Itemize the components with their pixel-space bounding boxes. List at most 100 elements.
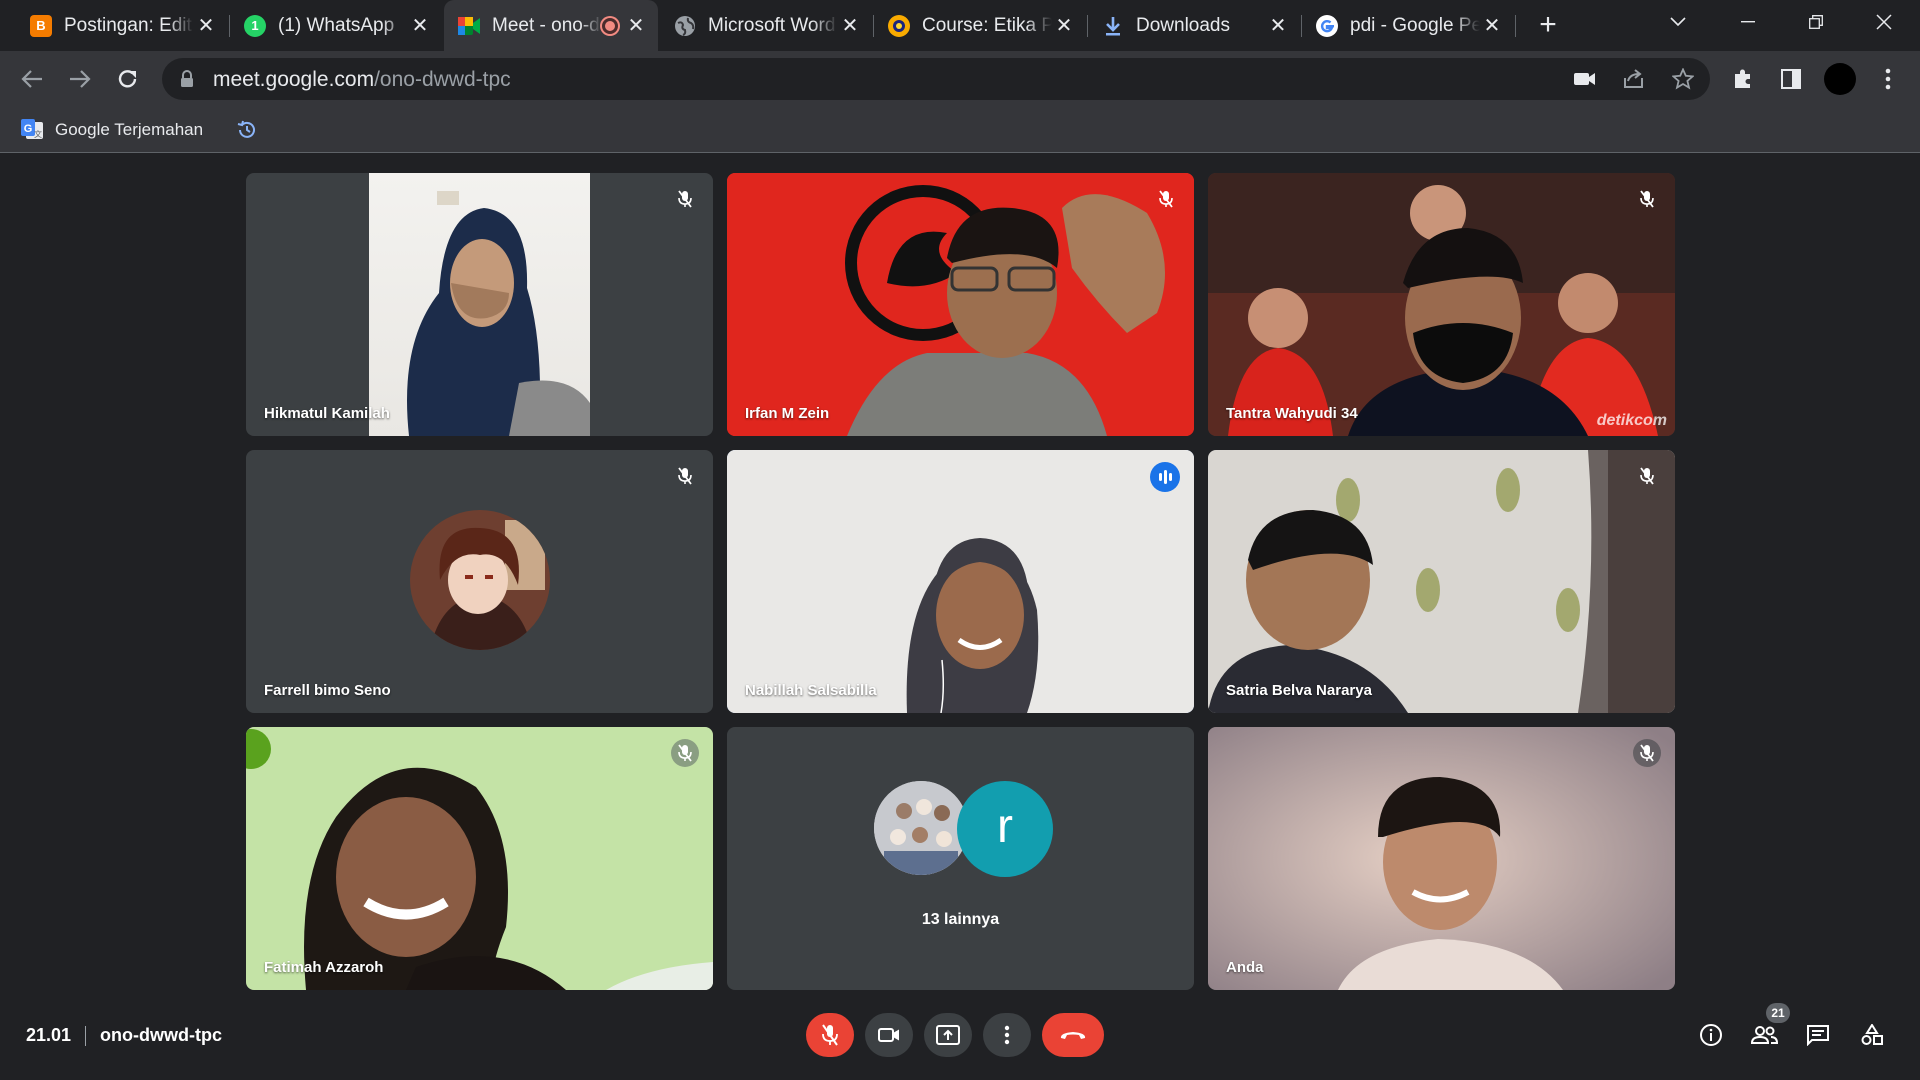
participant-video bbox=[369, 173, 590, 436]
restore-icon bbox=[1809, 15, 1823, 29]
others-avatar-group: r bbox=[727, 781, 1194, 877]
mic-off-icon bbox=[671, 185, 699, 213]
mic-off-icon bbox=[671, 462, 699, 490]
reload-button[interactable] bbox=[110, 61, 146, 97]
share-icon[interactable] bbox=[1621, 66, 1647, 92]
participant-tile[interactable]: Satria Belva Nararya bbox=[1208, 450, 1675, 713]
close-window-button[interactable] bbox=[1856, 0, 1912, 44]
mic-off-icon bbox=[1633, 462, 1661, 490]
tab-downloads[interactable]: Downloads ✕ bbox=[1088, 0, 1300, 51]
watermark-text: detikcom bbox=[1596, 412, 1667, 429]
more-vert-icon bbox=[1004, 1025, 1010, 1045]
self-video bbox=[1208, 727, 1675, 990]
info-icon bbox=[1700, 1024, 1722, 1046]
group-photo-avatar bbox=[874, 781, 968, 875]
meeting-details-button[interactable] bbox=[1694, 1018, 1728, 1052]
show-everyone-button[interactable] bbox=[1747, 1018, 1781, 1052]
minimize-button[interactable] bbox=[1720, 0, 1776, 44]
download-icon bbox=[1102, 15, 1124, 37]
activities-button[interactable] bbox=[1855, 1018, 1889, 1052]
profile-avatar[interactable] bbox=[1824, 63, 1856, 95]
bookmark-star-icon[interactable] bbox=[1670, 66, 1696, 92]
self-tile[interactable]: Anda bbox=[1208, 727, 1675, 990]
tab-google-search[interactable]: pdi - Google Pe ✕ bbox=[1302, 0, 1514, 51]
participant-tile[interactable]: Hikmatul Kamilah bbox=[246, 173, 713, 436]
participant-tile[interactable]: Fatimah Azzaroh bbox=[246, 727, 713, 990]
activities-icon bbox=[1861, 1024, 1883, 1045]
extensions-button[interactable] bbox=[1728, 64, 1758, 94]
others-tile[interactable]: r 13 lainnya bbox=[727, 727, 1194, 990]
tab-search-button[interactable] bbox=[1650, 0, 1706, 44]
forward-button[interactable] bbox=[62, 61, 98, 97]
new-tab-button[interactable]: + bbox=[1532, 10, 1564, 40]
chat-button[interactable] bbox=[1801, 1018, 1835, 1052]
browser-toolbar: meet.google.com/ono-dwwd-tpc bbox=[0, 51, 1920, 107]
bookmark-google-translate[interactable]: G文 Google Terjemahan bbox=[20, 115, 203, 145]
tab-strip: B Postingan: Edit ✕ 1 (1) WhatsApp ✕ Mee… bbox=[0, 0, 1920, 51]
tab-whatsapp[interactable]: 1 (1) WhatsApp ✕ bbox=[230, 0, 442, 51]
blogger-icon: B bbox=[30, 14, 52, 37]
toggle-mic-button[interactable] bbox=[806, 1013, 854, 1057]
lock-icon[interactable] bbox=[180, 70, 194, 93]
present-screen-button[interactable] bbox=[924, 1013, 972, 1057]
google-icon bbox=[1316, 14, 1338, 37]
toggle-camera-button[interactable] bbox=[865, 1013, 913, 1057]
bookmarks-bar: G文 Google Terjemahan bbox=[0, 107, 1920, 153]
clock-time: 21.01 bbox=[26, 1025, 72, 1045]
mic-off-icon bbox=[1633, 185, 1661, 213]
url-text: meet.google.com/ono-dwwd-tpc bbox=[213, 68, 511, 91]
leave-call-button[interactable] bbox=[1042, 1013, 1104, 1057]
others-letter-avatar: r bbox=[957, 781, 1053, 877]
close-tab-icon[interactable]: ✕ bbox=[408, 14, 432, 38]
arrow-right-icon bbox=[70, 70, 91, 88]
more-options-button[interactable] bbox=[983, 1013, 1031, 1057]
camera-in-use-icon[interactable] bbox=[1572, 66, 1598, 92]
present-to-all-icon bbox=[936, 1025, 960, 1045]
chrome-menu-button[interactable] bbox=[1873, 64, 1903, 94]
participant-video bbox=[1208, 450, 1675, 713]
participant-video-frame bbox=[407, 191, 590, 436]
close-tab-icon[interactable]: ✕ bbox=[194, 14, 218, 38]
more-vert-icon bbox=[1885, 68, 1891, 90]
close-tab-icon[interactable]: ✕ bbox=[1266, 14, 1290, 38]
reload-icon bbox=[118, 70, 137, 88]
close-tab-icon[interactable]: ✕ bbox=[624, 14, 648, 38]
tab-course[interactable]: Course: Etika Pe ✕ bbox=[874, 0, 1086, 51]
close-tab-icon[interactable]: ✕ bbox=[1480, 14, 1504, 38]
side-panel-button[interactable] bbox=[1776, 64, 1806, 94]
tab-blogger[interactable]: B Postingan: Edit ✕ bbox=[16, 0, 228, 51]
history-bookmark[interactable] bbox=[236, 115, 258, 145]
meeting-details: 21.01 ono-dwwd-tpc bbox=[26, 1025, 222, 1046]
globe-icon bbox=[674, 15, 696, 37]
arrow-left-icon bbox=[21, 70, 42, 88]
participant-video bbox=[1208, 173, 1675, 436]
participant-tile[interactable]: Farrell bimo Seno bbox=[246, 450, 713, 713]
participant-tile[interactable]: detikcom Tantra Wahyudi 34 bbox=[1208, 173, 1675, 436]
close-tab-icon[interactable]: ✕ bbox=[838, 14, 862, 38]
mic-off-icon bbox=[822, 1024, 838, 1046]
svg-text:G: G bbox=[24, 123, 33, 135]
tab-meet[interactable]: Meet - ono-dwwd-tpc ✕ bbox=[444, 0, 658, 51]
mic-off-icon bbox=[1152, 185, 1180, 213]
close-tab-icon[interactable]: ✕ bbox=[1052, 14, 1076, 38]
chevron-down-icon bbox=[1670, 17, 1686, 27]
participant-video bbox=[727, 173, 1194, 436]
participant-video bbox=[727, 450, 1194, 713]
participant-tile-speaking[interactable]: Nabillah Salsabilla bbox=[727, 450, 1194, 713]
university-logo-icon bbox=[888, 14, 910, 37]
side-panel-icon bbox=[1781, 69, 1801, 89]
participant-count-badge: 21 bbox=[1766, 1003, 1790, 1023]
tab-microsoft-word[interactable]: Microsoft Word ✕ bbox=[660, 0, 872, 51]
speaking-indicator-icon bbox=[1150, 462, 1180, 492]
restore-button[interactable] bbox=[1788, 0, 1844, 44]
recording-indicator-icon bbox=[602, 17, 618, 34]
history-icon bbox=[237, 120, 255, 138]
videocam-icon bbox=[878, 1028, 899, 1042]
address-bar[interactable]: meet.google.com/ono-dwwd-tpc bbox=[162, 58, 1710, 100]
back-button[interactable] bbox=[14, 61, 50, 97]
google-translate-icon: G文 bbox=[20, 118, 44, 142]
meet-controls-bar: 21.01 ono-dwwd-tpc bbox=[0, 1000, 1920, 1080]
participant-tile[interactable]: Irfan M Zein bbox=[727, 173, 1194, 436]
meeting-code: ono-dwwd-tpc bbox=[100, 1025, 223, 1045]
participant-video bbox=[246, 727, 713, 990]
